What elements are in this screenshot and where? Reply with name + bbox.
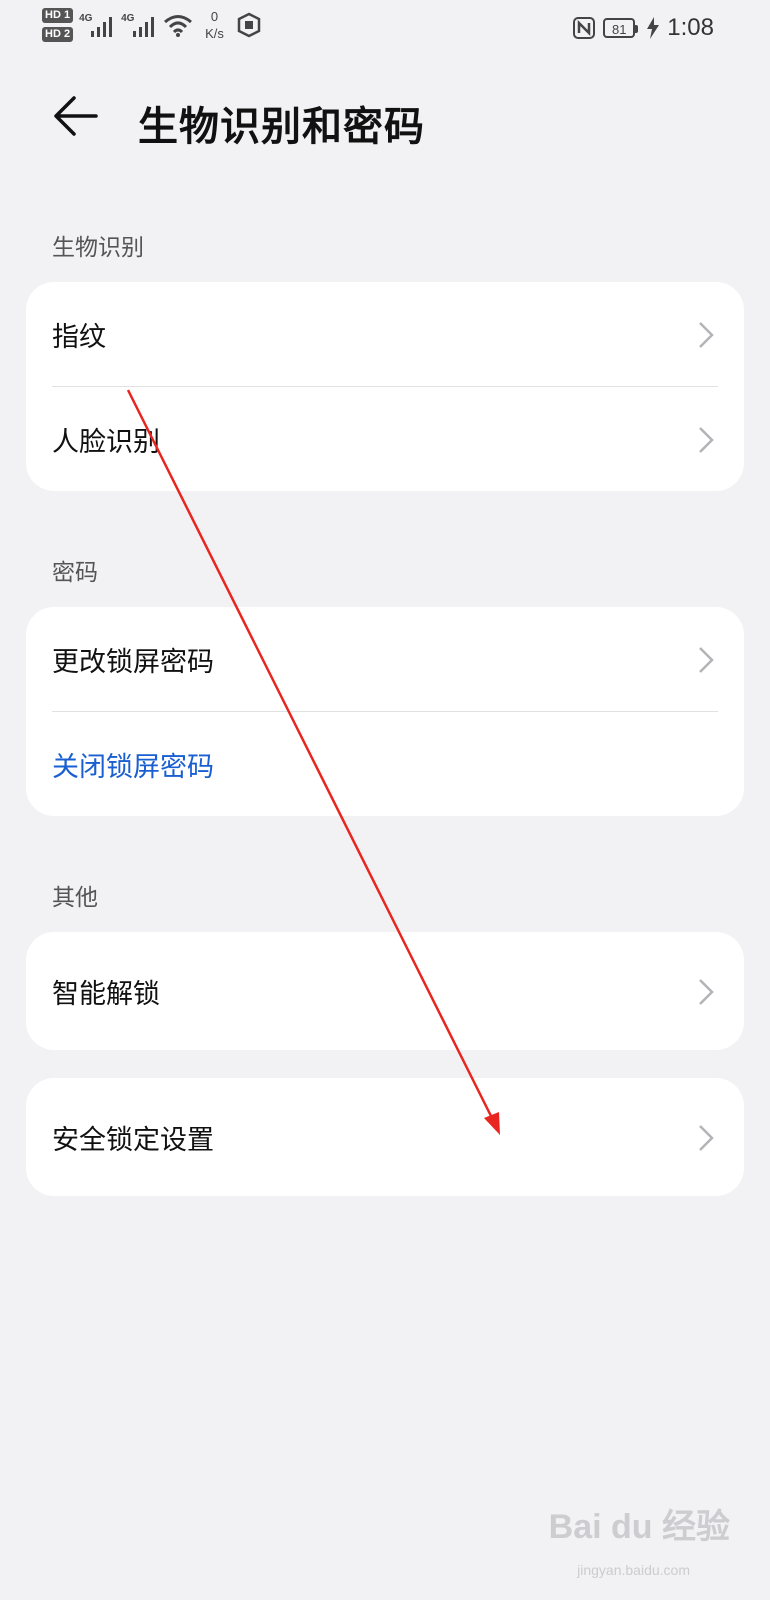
section-label-biometrics: 生物识别 (52, 235, 144, 261)
chevron-right-icon (699, 427, 714, 453)
watermark-logo: Bai du 经验 (548, 1508, 730, 1546)
list-item-security-lock-settings[interactable]: 安全锁定设置 (26, 1078, 744, 1196)
network-speed: 0 K/s (205, 9, 224, 41)
chevron-right-icon (699, 647, 714, 673)
card-security-lock: 安全锁定设置 (26, 1078, 744, 1196)
list-item-label: 安全锁定设置 (52, 1124, 214, 1156)
status-bar: HD 1 HD 2 4G 4G 0 K/s 81 1:08 (0, 0, 770, 60)
list-item-label: 关闭锁屏密码 (52, 751, 214, 783)
clock: 1:08 (667, 14, 714, 41)
chevron-right-icon (699, 1125, 714, 1151)
section-label-password: 密码 (52, 560, 98, 586)
wifi-icon (164, 15, 193, 37)
back-button[interactable] (52, 92, 100, 140)
list-item-disable-lock-password[interactable]: 关闭锁屏密码 (26, 712, 744, 816)
list-item-label: 智能解锁 (52, 978, 160, 1010)
list-item-label: 指纹 (52, 321, 106, 353)
list-item-fingerprint[interactable]: 指纹 (26, 282, 744, 386)
arrow-left-icon (54, 96, 98, 136)
card-biometrics: 指纹 人脸识别 (26, 282, 744, 491)
signal-1-icon: 4G (79, 10, 115, 40)
card-other: 智能解锁 (26, 932, 744, 1050)
section-label-other: 其他 (52, 885, 98, 911)
sim2-badge: HD 2 (42, 27, 74, 42)
app-header: 生物识别和密码 (0, 80, 770, 160)
list-item-label: 更改锁屏密码 (52, 646, 214, 678)
page-title: 生物识别和密码 (138, 104, 425, 150)
chevron-right-icon (699, 979, 714, 1005)
shield-hand-icon (237, 12, 261, 38)
list-item-smart-unlock[interactable]: 智能解锁 (26, 932, 744, 1050)
list-item-face-recognition[interactable]: 人脸识别 (26, 387, 744, 491)
card-password: 更改锁屏密码 关闭锁屏密码 (26, 607, 744, 816)
battery-level: 81 (603, 18, 639, 38)
charging-icon (647, 17, 660, 39)
watermark-site: jingyan.baidu.com (577, 1562, 690, 1578)
list-item-change-lock-password[interactable]: 更改锁屏密码 (26, 607, 744, 711)
nfc-icon (573, 17, 596, 39)
chevron-right-icon (699, 322, 714, 348)
signal-2-icon: 4G (121, 10, 157, 40)
sim1-badge: HD 1 (42, 8, 74, 23)
list-item-label: 人脸识别 (52, 426, 160, 458)
